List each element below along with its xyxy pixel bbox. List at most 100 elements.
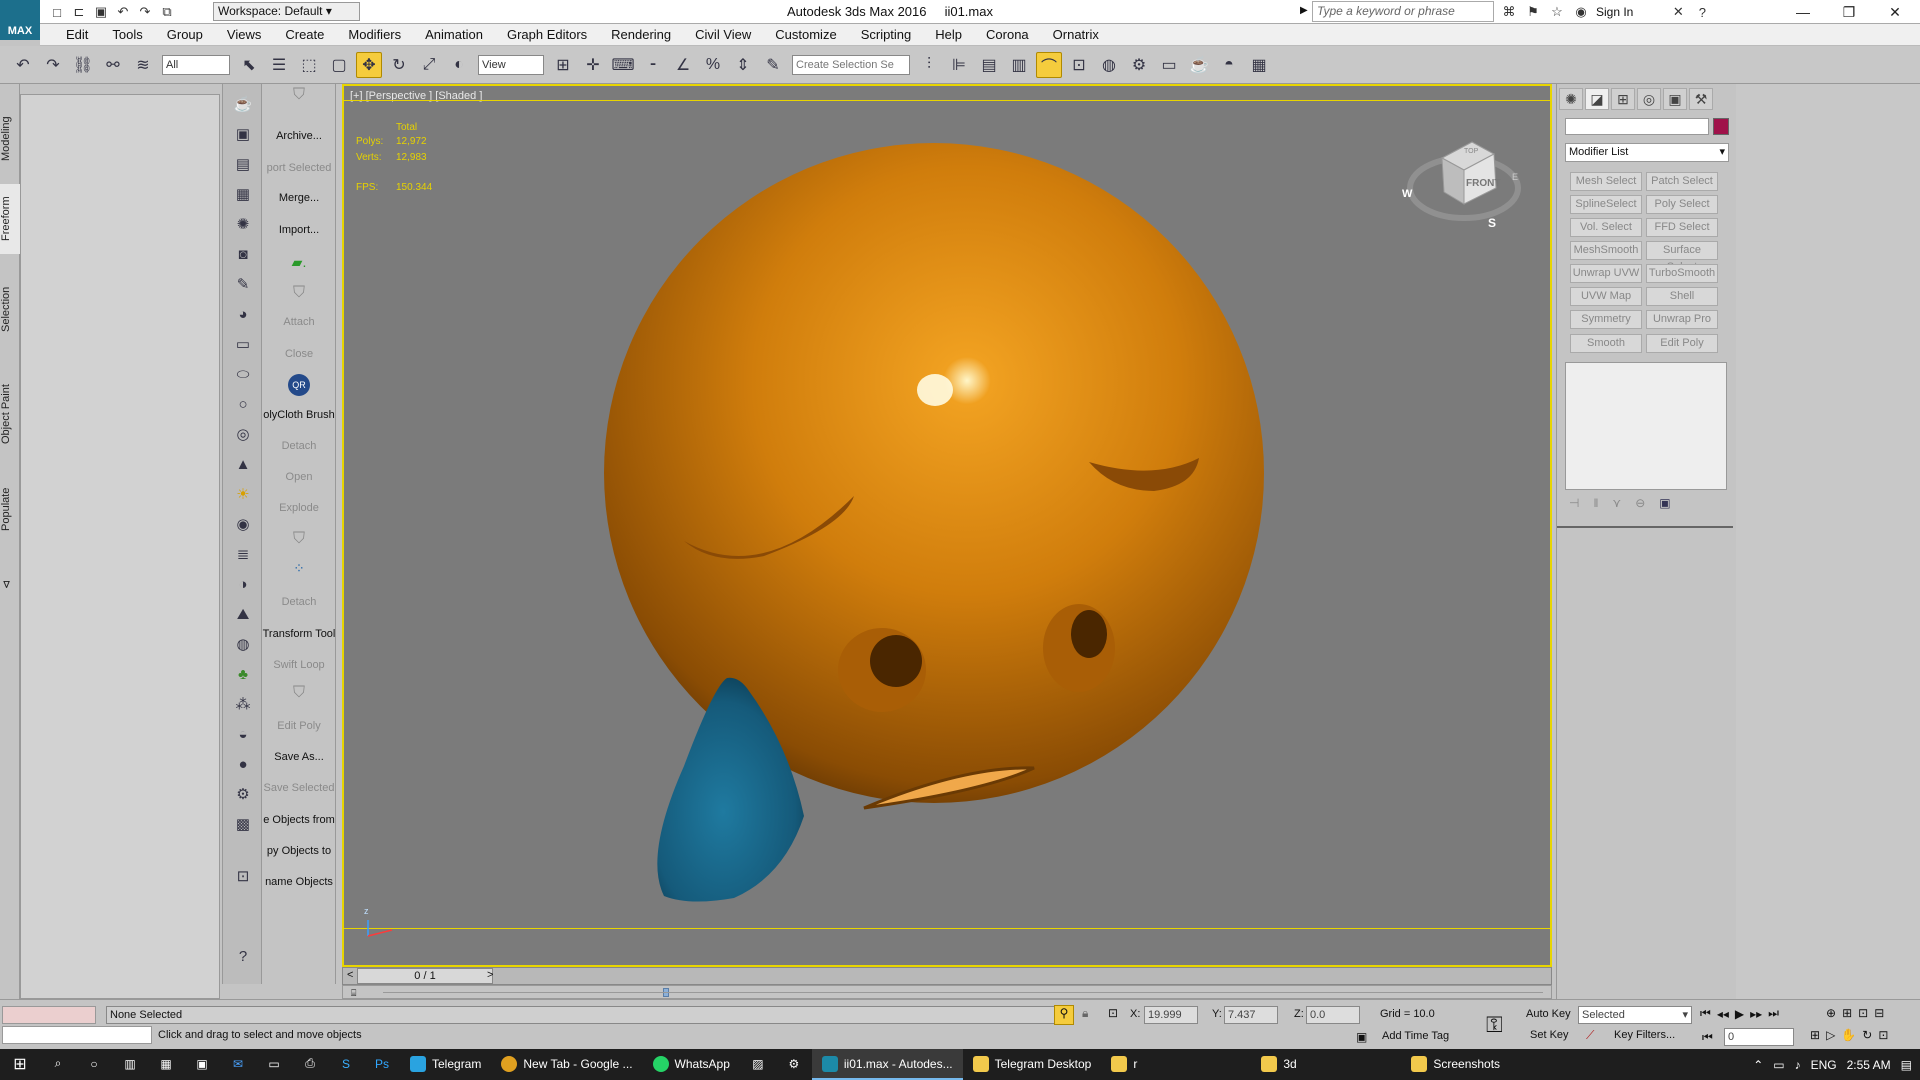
taskbar-item-chrome[interactable]: New Tab - Google ...: [491, 1049, 642, 1080]
percent-snap-icon[interactable]: %: [700, 52, 726, 78]
menu-edit[interactable]: Edit: [54, 24, 100, 46]
close-button[interactable]: Close: [262, 348, 336, 360]
menu-group[interactable]: Group: [155, 24, 215, 46]
render-activeshade-icon[interactable]: ▦: [1246, 52, 1272, 78]
maxscript-listener[interactable]: [2, 1006, 96, 1024]
show-end-result-icon[interactable]: ‖: [1593, 496, 1598, 510]
spinner-snap-icon[interactable]: ⇕: [730, 52, 756, 78]
mod-ffd-select[interactable]: FFD Select: [1646, 218, 1718, 237]
notifications-icon[interactable]: ▤: [1901, 1058, 1912, 1072]
isolate-lock-icon[interactable]: 🔒︎: [1082, 1006, 1088, 1021]
default-in-out-icon[interactable]: ⟋: [1586, 1028, 1594, 1043]
time-prev-button[interactable]: <: [347, 969, 353, 981]
y-coordinate-field[interactable]: 7.437: [1224, 1006, 1278, 1024]
time-config-icon[interactable]: ⊞: [1810, 1028, 1820, 1042]
minimize-button[interactable]: —: [1780, 0, 1826, 24]
link-icon[interactable]: ⛓: [70, 52, 96, 78]
help-icon[interactable]: ?: [1693, 3, 1711, 21]
ellipse-icon[interactable]: ⬭: [231, 362, 255, 386]
named-selection-dropdown[interactable]: Create Selection Se: [792, 54, 910, 75]
ribbon-tab-freeform[interactable]: Freeform: [0, 184, 20, 254]
unlink-icon[interactable]: ⚯: [100, 52, 126, 78]
camera-icon[interactable]: ◙: [231, 242, 255, 266]
swift-loop-button[interactable]: Swift Loop: [262, 659, 336, 671]
curve-editor-icon[interactable]: ⌒: [1036, 51, 1062, 78]
modifier-list-dropdown[interactable]: Modifier List ▾: [1565, 143, 1729, 162]
transform-tool-button[interactable]: Transform Tool: [262, 628, 336, 640]
zoom-icon[interactable]: ⊕: [1826, 1006, 1836, 1020]
create-tab-icon[interactable]: ✺: [1559, 88, 1583, 110]
fov-icon[interactable]: ▷: [1826, 1028, 1835, 1042]
new-file-icon[interactable]: □: [48, 3, 66, 21]
object-color-swatch[interactable]: [1713, 118, 1729, 135]
absolute-mode-icon[interactable]: ⊡: [1108, 1006, 1118, 1020]
render-icon[interactable]: ▣: [231, 122, 255, 146]
time-slider-thumb[interactable]: 0 / 1: [357, 968, 493, 984]
lock-selection-icon[interactable]: ⚲: [1054, 1005, 1074, 1025]
export-selected-button[interactable]: port Selected: [262, 162, 336, 174]
tray-chevron-icon[interactable]: ⌃: [1753, 1058, 1763, 1072]
cone-icon[interactable]: ▲: [231, 452, 255, 476]
time-next-button[interactable]: >: [487, 969, 493, 981]
mod-surface-select[interactable]: Surface Select: [1646, 241, 1718, 273]
play-icon[interactable]: ▶: [1735, 1007, 1744, 1021]
rendered-frame-icon[interactable]: ▭: [1156, 52, 1182, 78]
tools-icon[interactable]: ⊡: [231, 864, 255, 888]
detach-button[interactable]: Detach: [262, 440, 336, 452]
bind-space-warp-icon[interactable]: ≋: [130, 52, 156, 78]
track-bar[interactable]: ⌸: [342, 985, 1552, 999]
toggle-ribbon-icon[interactable]: ▥: [1006, 52, 1032, 78]
search-input[interactable]: Type a keyword or phrase: [1312, 1, 1494, 22]
volume-icon[interactable]: ♪: [1795, 1058, 1801, 1072]
star-icon[interactable]: ☆: [1548, 3, 1566, 21]
detach-button-2[interactable]: Detach: [262, 596, 336, 608]
maxscript-mini-input[interactable]: [2, 1026, 152, 1044]
hierarchy-tab-icon[interactable]: ⊞: [1611, 88, 1635, 110]
brush-icon[interactable]: ✎: [231, 272, 255, 296]
taskbar-item-3d[interactable]: 3d: [1251, 1049, 1401, 1080]
sign-in-link[interactable]: Sign In: [1596, 5, 1633, 19]
menu-customize[interactable]: Customize: [763, 24, 848, 46]
mod-edit-poly[interactable]: Edit Poly: [1646, 334, 1718, 353]
remove-modifier-icon[interactable]: ⊖: [1635, 496, 1645, 510]
material-editor-icon[interactable]: ◍: [1096, 52, 1122, 78]
mod-uvw-map[interactable]: UVW Map: [1570, 287, 1642, 306]
mod-vol-select[interactable]: Vol. Select: [1570, 218, 1642, 237]
auto-key-button[interactable]: Auto Key: [1526, 1008, 1571, 1020]
key-filters-button[interactable]: Key Filters...: [1614, 1029, 1675, 1041]
time-slider[interactable]: < 0 / 1 >: [342, 967, 1552, 985]
key-mode-dropdown[interactable]: Selected ▾: [1578, 1006, 1692, 1024]
globe-icon[interactable]: ◍: [231, 632, 255, 656]
layers-icon[interactable]: ≣: [231, 542, 255, 566]
menu-civil-view[interactable]: Civil View: [683, 24, 763, 46]
gear-icon[interactable]: ⚙: [231, 782, 255, 806]
mirror-icon[interactable]: ⫶: [916, 52, 942, 78]
skype-icon[interactable]: S: [328, 1049, 364, 1080]
menu-help[interactable]: Help: [923, 24, 974, 46]
mini-curve-icon[interactable]: ⌸: [351, 988, 356, 999]
orbit-icon[interactable]: ↻: [1862, 1028, 1872, 1042]
modifier-stack[interactable]: [1565, 362, 1727, 490]
exchange-icon[interactable]: ✕: [1669, 3, 1687, 21]
menu-modifiers[interactable]: Modifiers: [336, 24, 413, 46]
printer-icon[interactable]: ⎙: [292, 1049, 328, 1080]
edit-named-selection-icon[interactable]: ✎: [760, 52, 786, 78]
merge-button[interactable]: Merge...: [262, 192, 336, 204]
selection-filter-dropdown[interactable]: All: [162, 54, 230, 75]
help-icon[interactable]: ?: [231, 944, 255, 968]
keyboard-shortcut-icon[interactable]: ⌨: [610, 52, 636, 78]
disc-icon[interactable]: ◉: [231, 512, 255, 536]
copy-objects-to-button[interactable]: py Objects to: [262, 845, 336, 857]
settings-icon[interactable]: ⚙: [776, 1049, 812, 1080]
rename-objects-button[interactable]: name Objects: [262, 876, 336, 888]
key-mode-toggle-icon[interactable]: ⏮: [1702, 1030, 1713, 1045]
edit-poly-button[interactable]: Edit Poly: [262, 720, 336, 732]
window-crossing-icon[interactable]: ▢: [326, 52, 352, 78]
open-file-icon[interactable]: ⊏: [70, 3, 88, 21]
select-object-icon[interactable]: ⬉: [236, 52, 262, 78]
mod-poly-select[interactable]: Poly Select: [1646, 195, 1718, 214]
menu-animation[interactable]: Animation: [413, 24, 495, 46]
archive-button[interactable]: Archive...: [262, 130, 336, 142]
pan-icon[interactable]: ✋: [1841, 1028, 1856, 1042]
close-button[interactable]: ✕: [1872, 0, 1918, 24]
